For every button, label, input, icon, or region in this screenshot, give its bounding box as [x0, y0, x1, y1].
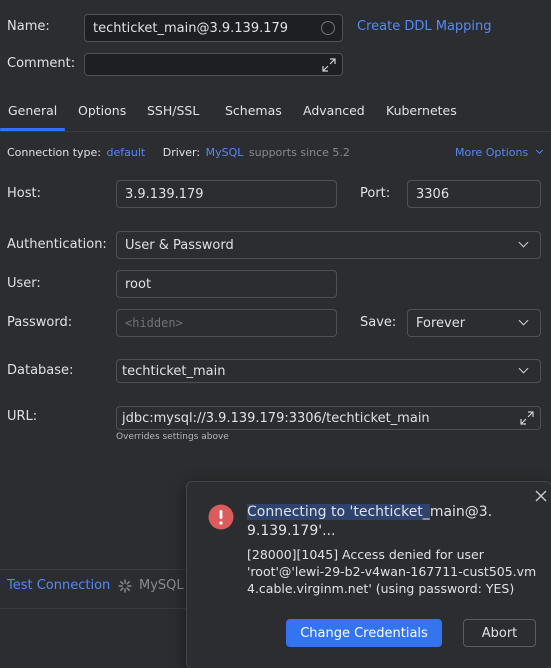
- url-input[interactable]: jdbc:mysql://3.9.139.179:3306/techticket…: [116, 406, 541, 430]
- authentication-value: User & Password: [125, 237, 234, 253]
- url-input-value: jdbc:mysql://3.9.139.179:3306/techticket…: [122, 410, 430, 426]
- connection-type-link[interactable]: default: [107, 146, 146, 159]
- user-input[interactable]: root: [116, 270, 337, 298]
- port-input[interactable]: 3306: [407, 180, 541, 208]
- popup-message-line3: 4.cable.virginm.net' (using password: YE…: [247, 581, 515, 596]
- password-input[interactable]: <hidden>: [116, 309, 337, 337]
- spinner-icon: [118, 579, 132, 593]
- close-icon[interactable]: [535, 490, 547, 502]
- error-icon: [208, 504, 234, 530]
- tab-divider: [0, 131, 551, 132]
- popup-message-line2: 'root'@'lewi-29-b2-v4wan-167711-cust505.…: [247, 564, 537, 579]
- name-input[interactable]: techticket_main@3.9.139.179: [84, 14, 343, 42]
- database-label: Database:: [7, 363, 74, 378]
- password-label: Password:: [7, 315, 73, 330]
- driver-link[interactable]: MySQL: [206, 146, 244, 159]
- driver-note: supports since 5.2: [248, 146, 350, 159]
- host-input[interactable]: 3.9.139.179: [116, 180, 337, 208]
- host-input-value: 3.9.139.179: [125, 186, 204, 202]
- tab-kubernetes[interactable]: Kubernetes: [386, 103, 457, 118]
- tab-options[interactable]: Options: [78, 103, 126, 118]
- abort-button[interactable]: Abort: [463, 619, 536, 647]
- user-input-value: root: [125, 276, 152, 292]
- save-value: Forever: [416, 315, 466, 331]
- chevron-down-icon: [535, 146, 543, 155]
- authentication-label: Authentication:: [7, 237, 107, 252]
- color-picker-icon[interactable]: [321, 21, 335, 35]
- database-input-value: techticket_main: [122, 363, 226, 379]
- name-input-value: techticket_main@3.9.139.179: [93, 20, 289, 36]
- save-select[interactable]: Forever: [407, 309, 541, 337]
- connection-type-label: Connection type:: [7, 146, 102, 159]
- popup-title-line2: 9.139.179'...: [247, 523, 336, 539]
- tab-schemas[interactable]: Schemas: [225, 103, 282, 118]
- popup-message: [28000][1045] Access denied for user 'ro…: [247, 546, 547, 597]
- host-label: Host:: [7, 186, 41, 201]
- tab-general[interactable]: General: [8, 103, 57, 118]
- chevron-down-icon: [518, 315, 529, 326]
- change-credentials-button[interactable]: Change Credentials: [286, 619, 442, 647]
- popup-title: Connecting to 'techticket_main@3. 9.139.…: [247, 503, 537, 541]
- tab-ssh-ssl[interactable]: SSH/SSL: [147, 103, 199, 118]
- url-label: URL:: [7, 409, 38, 424]
- password-placeholder: <hidden>: [125, 316, 183, 330]
- popup-title-rest: main@3.: [429, 504, 493, 520]
- popup-title-highlight: Connecting to 'techticket_: [247, 504, 430, 520]
- driver-label: Driver:: [162, 146, 201, 159]
- port-label: Port:: [360, 186, 391, 201]
- database-input[interactable]: techticket_main: [116, 359, 541, 383]
- tab-advanced[interactable]: Advanced: [303, 103, 365, 118]
- comment-input[interactable]: [84, 53, 343, 76]
- create-ddl-mapping-link[interactable]: Create DDL Mapping: [357, 19, 492, 34]
- url-note: Overrides settings above: [116, 432, 229, 442]
- popup-message-line1: [28000][1045] Access denied for user: [247, 547, 484, 562]
- chevron-down-icon: [518, 237, 529, 248]
- test-connection-link[interactable]: Test Connection: [7, 578, 110, 593]
- more-options-label: More Options: [455, 146, 529, 159]
- authentication-select[interactable]: User & Password: [116, 231, 541, 259]
- port-input-value: 3306: [416, 186, 450, 202]
- save-label: Save:: [360, 315, 397, 330]
- footer-bottom-divider: [0, 608, 186, 609]
- connection-status-text: MySQL: [139, 578, 184, 593]
- connection-info: Connection type: default Driver: MySQL s…: [7, 146, 350, 159]
- connection-error-popup: Connecting to 'techticket_main@3. 9.139.…: [186, 481, 551, 668]
- expand-icon[interactable]: [322, 58, 336, 72]
- more-options-link[interactable]: More Options: [455, 146, 543, 159]
- name-label: Name:: [7, 19, 50, 34]
- comment-label: Comment:: [7, 56, 76, 71]
- expand-icon[interactable]: [520, 411, 534, 425]
- user-label: User:: [7, 276, 41, 291]
- chevron-down-icon: [518, 363, 529, 374]
